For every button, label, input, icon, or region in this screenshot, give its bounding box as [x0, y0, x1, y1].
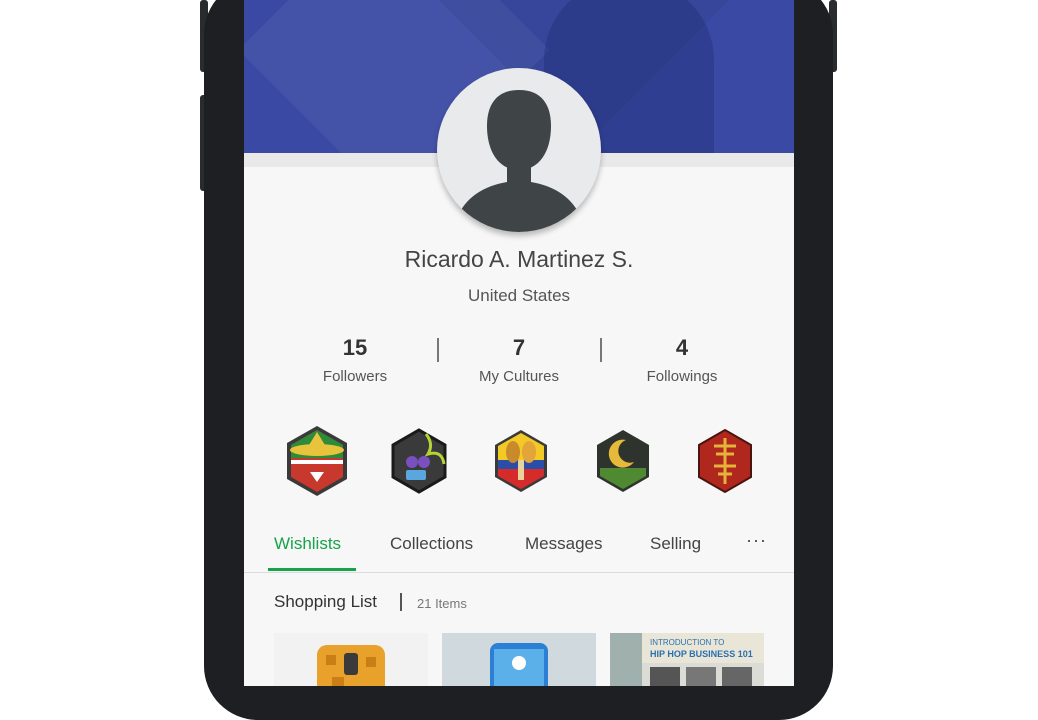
tab-selling[interactable]: Selling — [650, 534, 701, 554]
phone-case-image — [317, 645, 385, 686]
default-user-silhouette-icon — [457, 90, 581, 232]
stat-divider — [600, 338, 602, 362]
product-card[interactable] — [442, 633, 596, 686]
hip-hop-culture-badge-icon[interactable] — [386, 424, 452, 498]
stat-divider — [437, 338, 439, 362]
colombian-culture-badge-icon[interactable] — [488, 424, 554, 498]
profile-tabs: Wishlists Collections Messages Selling ·… — [244, 520, 794, 573]
book-title-line2: HIP HOP BUSINESS 101 — [650, 649, 753, 659]
stat-label: Followers — [322, 368, 388, 385]
product-card[interactable]: INTRODUCTION TO HIP HOP BUSINESS 101 — [610, 633, 764, 686]
stat-my-cultures[interactable]: 7 My Cultures — [444, 335, 594, 385]
chinese-culture-badge-icon[interactable] — [692, 424, 758, 498]
section-item-count: 21 Items — [417, 596, 467, 611]
profile-screen: Ricardo A. Martinez S. United States 15 … — [244, 0, 794, 686]
book-title-line1: INTRODUCTION TO — [650, 638, 724, 647]
stat-label: My Cultures — [478, 368, 560, 385]
islamic-culture-badge-icon[interactable] — [590, 424, 656, 498]
mexican-culture-badge-icon[interactable] — [284, 424, 350, 498]
stat-value: 4 — [675, 335, 689, 360]
section-divider — [400, 593, 402, 611]
tab-wishlists[interactable]: Wishlists — [274, 534, 341, 554]
profile-name: Ricardo A. Martinez S. — [404, 246, 634, 272]
section-title: Shopping List — [274, 592, 378, 611]
avatar[interactable] — [437, 68, 601, 232]
tab-collections[interactable]: Collections — [390, 534, 473, 554]
more-tabs-icon[interactable]: ··· — [746, 530, 767, 551]
stat-followers[interactable]: 15 Followers — [280, 335, 430, 385]
tab-messages[interactable]: Messages — [525, 534, 602, 554]
stat-value: 7 — [512, 335, 526, 360]
app-phone-image — [442, 633, 596, 686]
stat-value: 15 — [342, 335, 368, 360]
stat-followings[interactable]: 4 Followings — [607, 335, 757, 385]
book-cover-image: INTRODUCTION TO HIP HOP BUSINESS 101 — [610, 633, 764, 686]
profile-country: United States — [467, 286, 571, 305]
product-card[interactable] — [274, 633, 428, 686]
stat-label: Followings — [646, 368, 718, 385]
active-tab-indicator — [268, 568, 356, 571]
